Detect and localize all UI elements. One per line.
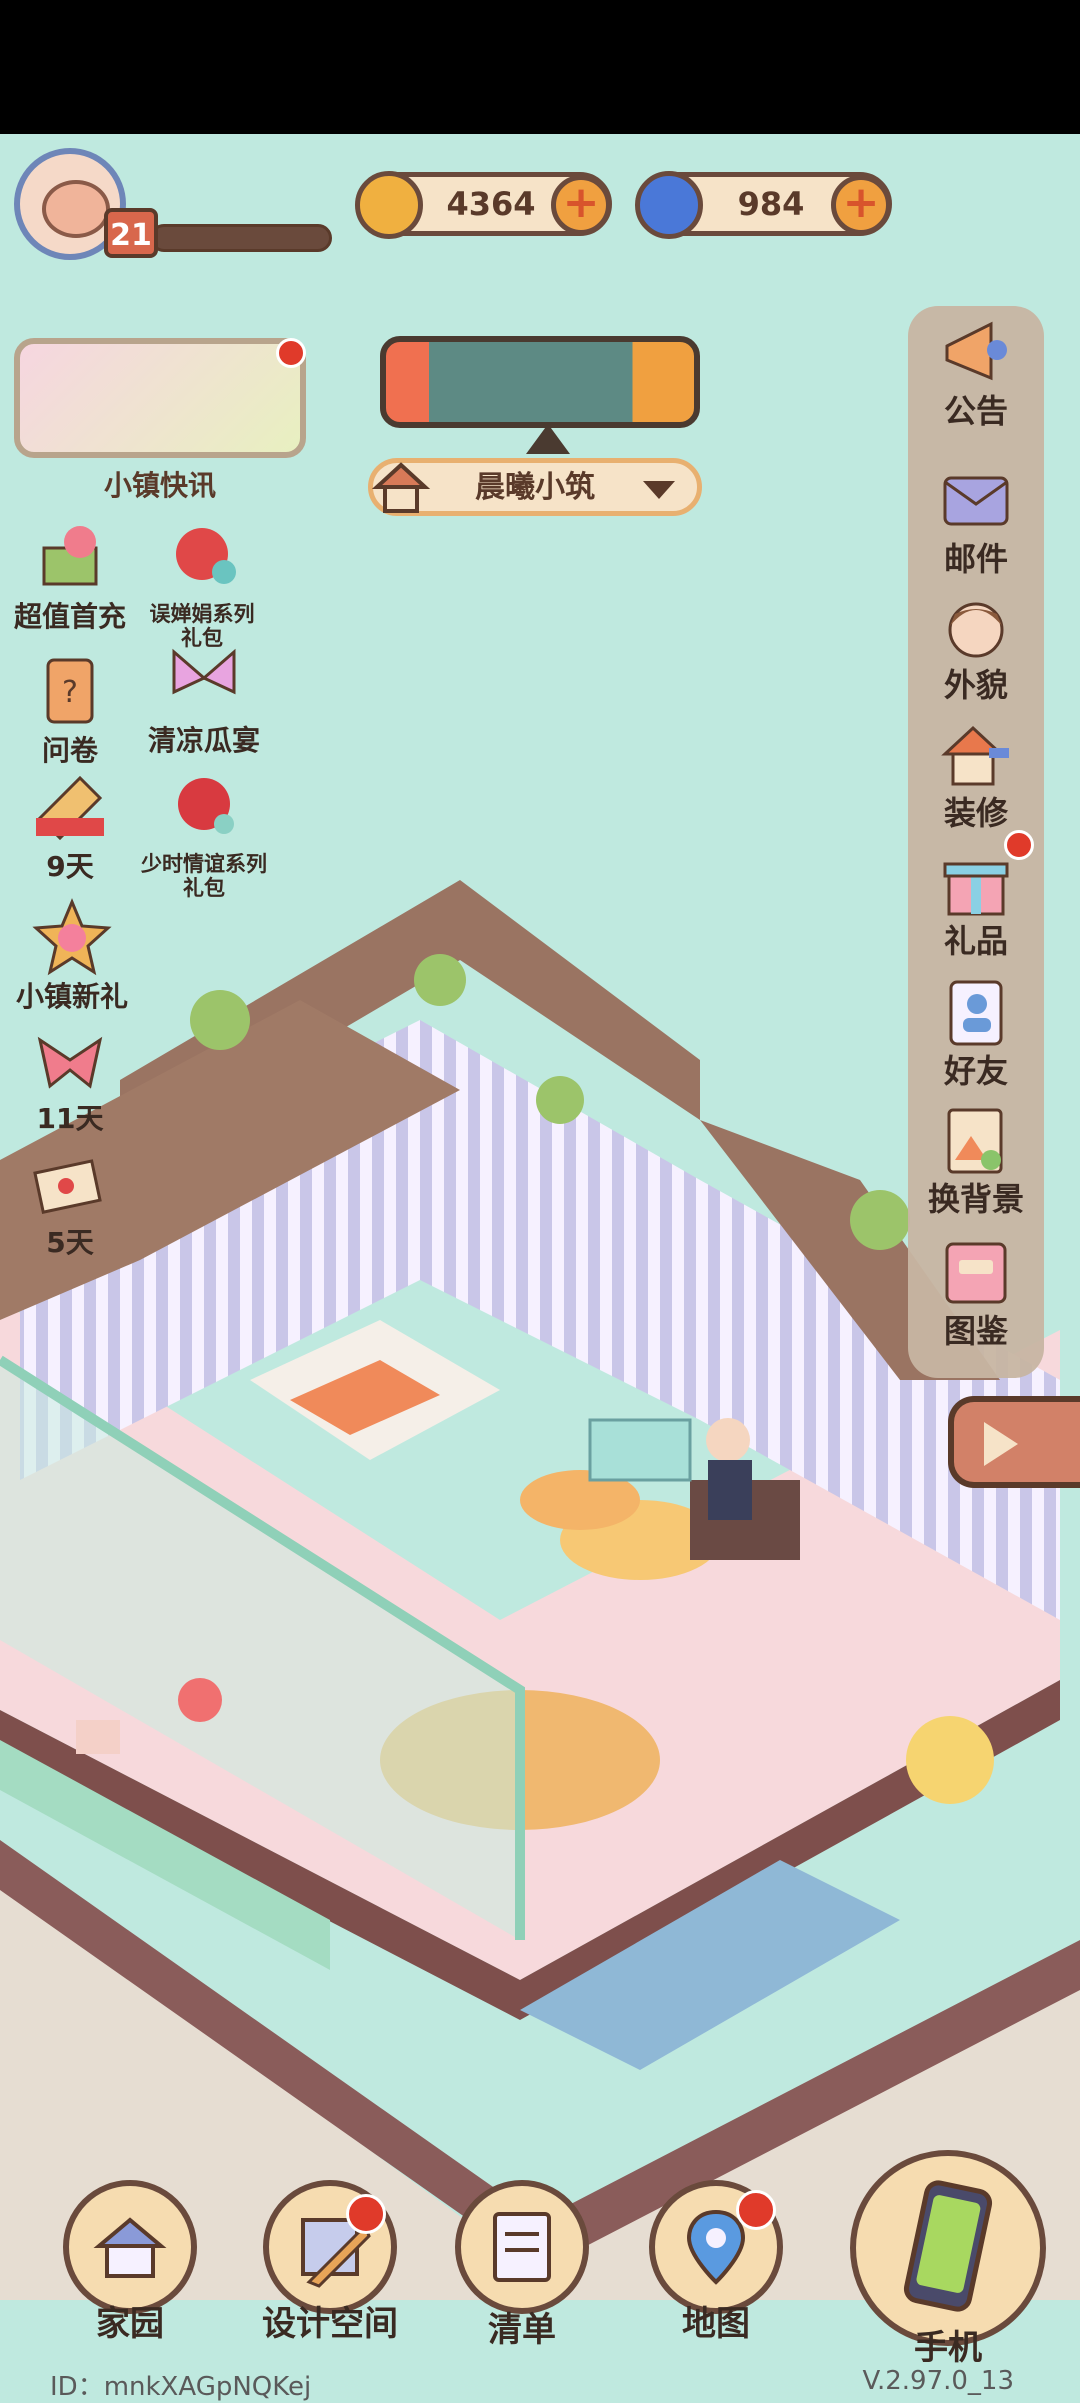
promo-melon-feast[interactable]: 清凉瓜宴 [136,642,272,756]
weather-banner[interactable] [380,336,700,454]
side-item-collection[interactable]: 图鉴 [908,1236,1044,1348]
face-icon [948,602,1004,658]
side-item-gift[interactable]: 礼品 [908,846,1044,958]
xp-bar [150,224,332,252]
contacts-icon [949,980,1003,1046]
house-icon [371,462,431,513]
promo-pack-1[interactable]: 误婵娟系列礼包 [140,518,264,650]
level-badge: 21 [104,208,158,258]
play-icon [984,1422,1018,1466]
status-bar [0,0,1080,134]
pointer-icon [526,424,570,454]
ribbon-icon [37,1036,103,1089]
letter-icon [33,1159,102,1214]
home-icon [63,2180,197,2314]
side-item-mail[interactable]: 邮件 [908,464,1044,576]
gem-icon [635,171,703,239]
envelope-icon [943,476,1009,526]
news-card[interactable] [14,338,306,458]
home-name: 晨曦小筑 [475,470,595,505]
nav-design[interactable]: 设计空间 [252,2180,408,2344]
promo-survey[interactable]: ? 问卷 [14,652,126,766]
nav-phone[interactable]: 手机 [850,2150,1046,2368]
gem-value: 984 [737,185,805,223]
gift-box-icon [42,526,98,586]
side-item-announce[interactable]: 公告 [908,316,1044,428]
map-notification-dot [736,2190,776,2230]
design-notification-dot [346,2194,386,2234]
rose-icon [178,778,234,834]
clipboard-icon: ? [46,658,94,724]
side-item-appearance[interactable]: 外貌 [908,590,1044,702]
coin-value: 4364 [446,185,536,223]
news-label: 小镇快讯 [103,469,216,502]
checklist-icon [455,2180,589,2314]
side-item-decorate[interactable]: 装修 [908,718,1044,830]
gift-icon [943,862,1009,916]
side-item-friends[interactable]: 好友 [908,976,1044,1088]
home-selector[interactable]: 晨曦小筑 [368,458,702,516]
chevron-down-icon [643,481,675,499]
rose-icon [176,528,236,584]
svg-text:?: ? [62,675,78,710]
coin-counter: 4364 + [355,171,612,239]
promo-new-gift[interactable]: 小镇新礼 [4,898,140,1012]
nav-list[interactable]: 清单 [452,2180,592,2350]
phone-icon [850,2150,1046,2346]
book-icon [945,1242,1007,1304]
gem-counter: 984 + [635,171,892,239]
promo-countdown-11[interactable]: 11天 [14,1020,126,1134]
version-label: V.2.97.0_13 [862,2366,1014,2396]
news-notification-dot [276,338,306,368]
landscape-icon [947,1108,1003,1174]
flower-badge-icon [32,898,112,976]
promo-countdown-5[interactable]: 5天 [14,1144,126,1258]
sale-tag-icon [36,775,104,841]
house-wrench-icon [941,725,1009,786]
promo-countdown-9[interactable]: 9天 [14,768,126,882]
add-coin-button[interactable]: + [551,175,611,235]
player-id: ID：mnkXAGpNQKej [50,2372,312,2402]
coin-icon [355,171,423,239]
add-gem-button[interactable]: + [831,175,891,235]
snail-icon [42,180,110,238]
megaphone-icon [945,321,1007,381]
promo-first-recharge[interactable]: 超值首充 [4,518,136,632]
bow-gift-icon [172,648,236,695]
expand-panel-button[interactable] [948,1396,1080,1488]
nav-home[interactable]: 家园 [60,2180,200,2344]
side-item-background[interactable]: 换背景 [908,1104,1044,1216]
promo-pack-2[interactable]: 少时情谊系列礼包 [136,768,272,900]
